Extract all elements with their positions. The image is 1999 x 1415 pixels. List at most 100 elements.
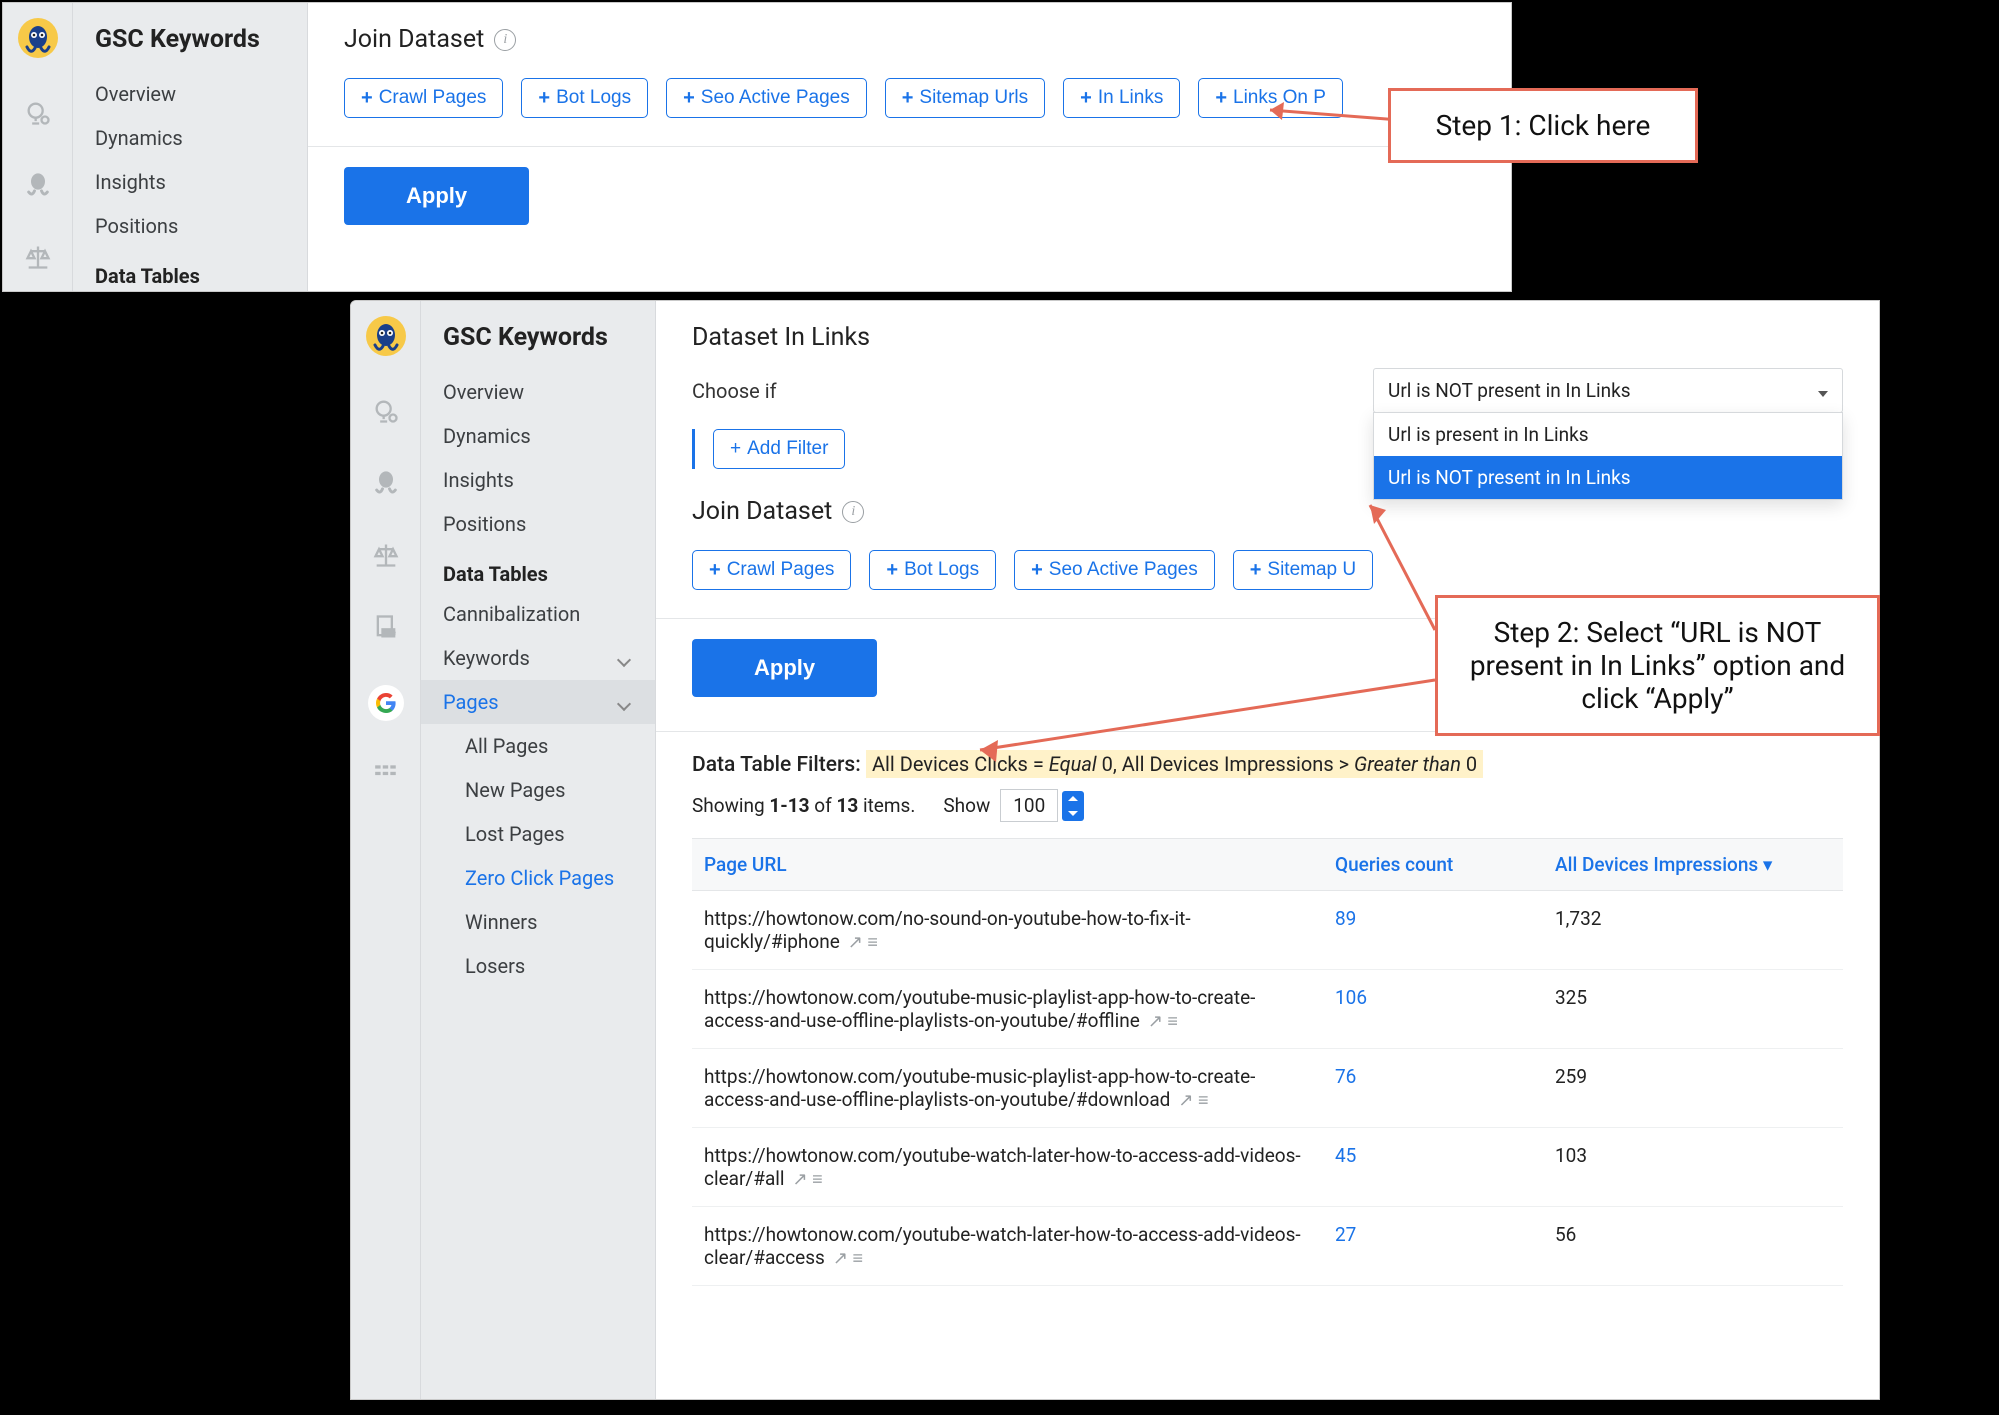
table-row: https://howtonow.com/youtube-watch-later… bbox=[692, 1128, 1843, 1207]
svg-text:LOG: LOG bbox=[382, 631, 395, 637]
chip-links-on-page[interactable]: +Links On P bbox=[1198, 78, 1343, 118]
sidebar-sub-losers[interactable]: Losers bbox=[421, 944, 655, 988]
row-menu-icon[interactable]: ≡ bbox=[867, 932, 878, 953]
sidebar: GSC Keywords Overview Dynamics Insights … bbox=[73, 3, 308, 291]
sidebar-sub-winners[interactable]: Winners bbox=[421, 900, 655, 944]
pager-row: Showing 1-13 of 13 items. Show 100 bbox=[692, 789, 1843, 822]
google-g-icon[interactable] bbox=[368, 685, 404, 721]
sidebar-item-cannibalization[interactable]: Cannibalization bbox=[421, 592, 655, 636]
row-menu-icon[interactable]: ≡ bbox=[852, 1248, 863, 1269]
caret-down-icon bbox=[1818, 379, 1828, 402]
dropdown-option-not-present[interactable]: Url is NOT present in In Links bbox=[1374, 456, 1842, 499]
cell-queries[interactable]: 45 bbox=[1323, 1128, 1543, 1207]
open-link-icon[interactable]: ↗ bbox=[1148, 1011, 1163, 1032]
open-link-icon[interactable]: ↗ bbox=[848, 932, 863, 953]
col-page-url[interactable]: Page URL bbox=[692, 839, 1323, 891]
chip-crawl-pages[interactable]: +Crawl Pages bbox=[344, 78, 503, 118]
cell-queries[interactable]: 89 bbox=[1323, 891, 1543, 970]
info-icon[interactable]: i bbox=[494, 29, 516, 51]
chip-sitemap-urls[interactable]: +Sitemap U bbox=[1233, 550, 1373, 590]
sidebar-item-positions[interactable]: Positions bbox=[73, 204, 307, 248]
sidebar-item-pages[interactable]: Pages bbox=[421, 680, 655, 724]
sidebar-item-dynamics[interactable]: Dynamics bbox=[73, 116, 307, 160]
join-dataset-title: Join Dataset i bbox=[344, 25, 1475, 54]
cell-impressions: 56 bbox=[1543, 1207, 1843, 1286]
cell-queries[interactable]: 27 bbox=[1323, 1207, 1543, 1286]
chip-seo-active-pages[interactable]: +Seo Active Pages bbox=[666, 78, 867, 118]
plus-icon: + bbox=[709, 560, 721, 580]
chip-in-links[interactable]: +In Links bbox=[1063, 78, 1180, 118]
chip-seo-active-pages[interactable]: +Seo Active Pages bbox=[1014, 550, 1215, 590]
grid-blocks-icon[interactable] bbox=[373, 761, 399, 791]
sidebar-sub-zero-click[interactable]: Zero Click Pages bbox=[421, 856, 655, 900]
dataset-in-links-title: Dataset In Links bbox=[692, 323, 1843, 352]
cell-url: https://howtonow.com/youtube-watch-later… bbox=[692, 1207, 1323, 1286]
sidebar-item-insights[interactable]: Insights bbox=[421, 458, 655, 502]
sidebar-sub-lost-pages[interactable]: Lost Pages bbox=[421, 812, 655, 856]
apply-button[interactable]: Apply bbox=[344, 167, 529, 225]
open-link-icon[interactable]: ↗ bbox=[833, 1248, 848, 1269]
choose-if-select[interactable]: Url is NOT present in In Links bbox=[1373, 368, 1843, 413]
chip-bot-logs[interactable]: +Bot Logs bbox=[869, 550, 996, 590]
col-impressions[interactable]: All Devices Impressions ▾ bbox=[1543, 839, 1843, 891]
sidebar-section-data-tables: Data Tables bbox=[73, 248, 307, 292]
choose-if-dropdown: Url is present in In Links Url is NOT pr… bbox=[1373, 412, 1843, 500]
octopus-icon[interactable] bbox=[24, 171, 52, 203]
main-top: Join Dataset i +Crawl Pages +Bot Logs +S… bbox=[308, 3, 1511, 291]
cell-impressions: 103 bbox=[1543, 1128, 1843, 1207]
table-row: https://howtonow.com/youtube-music-playl… bbox=[692, 970, 1843, 1049]
row-menu-icon[interactable]: ≡ bbox=[812, 1169, 823, 1190]
scale-icon[interactable] bbox=[24, 243, 52, 275]
chip-bot-logs[interactable]: +Bot Logs bbox=[521, 78, 648, 118]
seo-bulb-icon[interactable] bbox=[24, 99, 52, 131]
sidebar-item-overview[interactable]: Overview bbox=[73, 72, 307, 116]
main-bottom: Dataset In Links Choose if Url is NOT pr… bbox=[656, 301, 1879, 1399]
sidebar-item-overview[interactable]: Overview bbox=[421, 370, 655, 414]
table-row: https://howtonow.com/no-sound-on-youtube… bbox=[692, 891, 1843, 970]
octopus-icon[interactable] bbox=[372, 469, 400, 501]
showing-text: Showing 1-13 of 13 items. bbox=[692, 794, 915, 817]
panel-top: LOG GSC Keywords Overview Dynamics Insig… bbox=[2, 2, 1512, 292]
sidebar-sub-new-pages[interactable]: New Pages bbox=[421, 768, 655, 812]
sidebar-item-insights[interactable]: Insights bbox=[73, 160, 307, 204]
plus-icon: + bbox=[886, 560, 898, 580]
callout-step-1: Step 1: Click here bbox=[1388, 88, 1698, 163]
cell-queries[interactable]: 76 bbox=[1323, 1049, 1543, 1128]
chip-sitemap-urls[interactable]: +Sitemap Urls bbox=[885, 78, 1045, 118]
sidebar-item-keywords[interactable]: Keywords bbox=[421, 636, 655, 680]
join-chips-2: +Crawl Pages +Bot Logs +Seo Active Pages… bbox=[692, 550, 1843, 590]
sidebar-section-data-tables: Data Tables bbox=[421, 546, 655, 592]
chevron-down-icon bbox=[619, 646, 633, 670]
filters-chip: All Devices Clicks = Equal 0, All Device… bbox=[866, 750, 1483, 778]
sort-desc-icon: ▾ bbox=[1758, 853, 1772, 876]
join-dataset-title-2: Join Dataset i bbox=[692, 497, 1843, 526]
show-label: Show bbox=[943, 794, 990, 817]
open-link-icon[interactable]: ↗ bbox=[1178, 1090, 1193, 1111]
choose-if-label: Choose if bbox=[692, 379, 777, 403]
info-icon[interactable]: i bbox=[842, 501, 864, 523]
sidebar-item-positions[interactable]: Positions bbox=[421, 502, 655, 546]
sidebar-sub-all-pages[interactable]: All Pages bbox=[421, 724, 655, 768]
chip-crawl-pages[interactable]: +Crawl Pages bbox=[692, 550, 851, 590]
data-table-filters-row: Data Table Filters: All Devices Clicks =… bbox=[692, 752, 1843, 777]
app-logo-icon bbox=[365, 315, 407, 357]
col-queries[interactable]: Queries count bbox=[1323, 839, 1543, 891]
plus-icon: + bbox=[361, 88, 373, 108]
sidebar-item-dynamics[interactable]: Dynamics bbox=[421, 414, 655, 458]
row-menu-icon[interactable]: ≡ bbox=[1167, 1011, 1178, 1032]
table-row: https://howtonow.com/youtube-music-playl… bbox=[692, 1049, 1843, 1128]
page-size-stepper[interactable] bbox=[1062, 791, 1084, 821]
row-menu-icon[interactable]: ≡ bbox=[1198, 1090, 1209, 1111]
plus-icon: + bbox=[538, 88, 550, 108]
scale-icon[interactable] bbox=[372, 541, 400, 573]
add-filter-button[interactable]: + Add Filter bbox=[713, 429, 845, 469]
seo-bulb-icon[interactable] bbox=[372, 397, 400, 429]
plus-icon: + bbox=[1215, 88, 1227, 108]
cell-queries[interactable]: 106 bbox=[1323, 970, 1543, 1049]
sidebar-2: GSC Keywords Overview Dynamics Insights … bbox=[421, 301, 656, 1399]
apply-button-2[interactable]: Apply bbox=[692, 639, 877, 697]
dropdown-option-present[interactable]: Url is present in In Links bbox=[1374, 413, 1842, 456]
log-file-icon[interactable]: LOG bbox=[372, 613, 400, 645]
open-link-icon[interactable]: ↗ bbox=[793, 1169, 808, 1190]
page-size-value[interactable]: 100 bbox=[1000, 789, 1058, 822]
